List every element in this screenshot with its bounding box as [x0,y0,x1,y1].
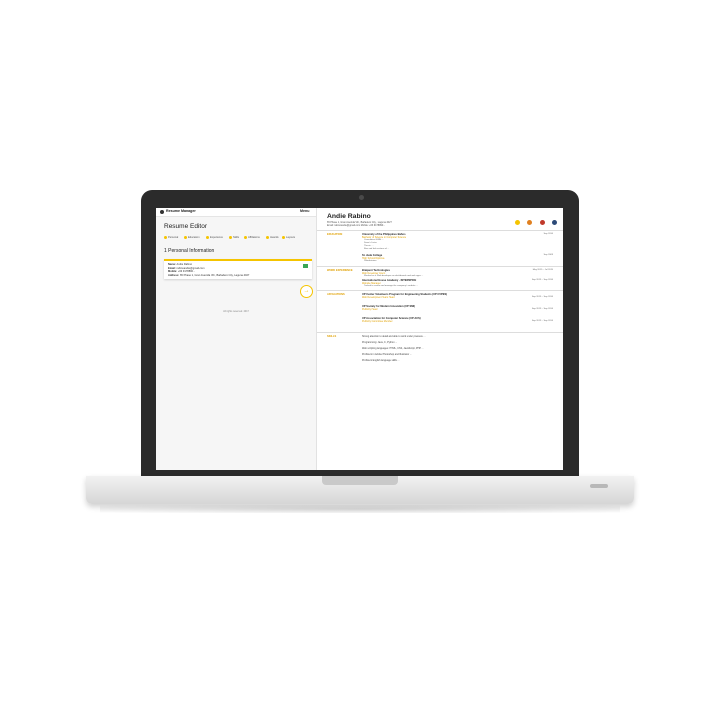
skill-item: Proficient in Adobe Photoshop and Illust… [362,353,412,356]
tab-layouts[interactable]: Layouts [282,236,295,239]
entry-bullet: Thesis: ... [364,245,374,247]
entry-subtitle: Web Development Team Head [362,296,395,299]
tab-skills[interactable]: Skills [229,236,239,239]
tab-label: Awards [270,236,279,240]
tab-label: Experience [210,236,223,240]
affiliations-section: AFFILIATIONS UP Center Volunteers Progra… [317,290,563,333]
work-section: WORK EXPERIENCE Braipunt Technologies Ma… [317,266,563,291]
step-dot-icon [244,236,247,239]
entry-bullet: Tasked to create and manage the company'… [364,285,418,287]
step-dot-icon [184,236,187,239]
tab-label: Skills [233,236,240,240]
screen: Resume Manager Menu Resume Editor Person… [156,208,563,470]
entry-date: Sep 2015 – Sep 2016 [531,279,553,281]
next-button[interactable]: → [300,285,313,298]
entry-bullet: Dean's Lister [364,242,377,244]
step-tabs: Personal Education Experience Skills Aff… [164,236,314,242]
skill-item: Strong attention to detail and able to w… [362,335,426,338]
section-title: 1 Personal Information [164,248,215,254]
entry-date: May 2015 – Jul 2015 [532,269,553,271]
entry-date: Sep 2009 [543,254,553,256]
info-address: Address: 65 Phase 1, Gran Avenida Vill.,… [168,274,249,277]
theme-yellow[interactable] [514,220,520,225]
tab-affiliations[interactable]: Affiliations [244,236,260,239]
resume-name: Andie Rabino [327,213,371,220]
section-label: WORK EXPERIENCE [327,269,353,272]
laptop-port [590,484,608,488]
app-name: Resume Manager [166,209,196,213]
info-value: 65 Phase 1, Gran Avenida Vill., Bañadero… [179,273,250,277]
entry-bullet: Valedictorian [364,260,377,262]
entry-date: Sep 2015 – Sep 2016 [531,296,553,298]
footer-note: All rights reserved. 2017 [223,310,249,313]
tab-experience[interactable]: Experience [206,236,223,239]
tab-label: Education [188,236,200,240]
step-dot-icon [282,236,285,239]
tab-awards[interactable]: Awards [266,236,279,239]
resume-contact: Email: rabinoandie@gmail.com Mobile: +63… [327,224,386,227]
education-section: EDUCATION University of the Philippines … [317,230,563,267]
entry-date: Sep 2013 – Sep 2014 [531,320,553,322]
skills-section: SKILLS Strong attention to detail and ab… [317,332,563,369]
info-label: Address: [168,273,180,277]
app-logo-icon [160,210,164,214]
tab-personal[interactable]: Personal [164,236,178,239]
step-dot-icon [206,236,209,239]
theme-red[interactable] [539,220,545,225]
theme-picker [512,212,557,230]
entry-date: Sep 2013 – Sep 2014 [531,308,553,310]
tab-label: Affiliations [248,236,260,240]
section-label: AFFILIATIONS [327,293,345,296]
step-dot-icon [164,236,167,239]
editor-title: Resume Editor [164,223,207,230]
camera-icon [359,195,364,200]
entry-subtitle: Publicity Head [362,308,378,311]
tab-education[interactable]: Education [184,236,200,239]
theme-orange[interactable] [527,220,533,225]
editor-pane: Resume Manager Menu Resume Editor Person… [156,208,317,470]
section-label: SKILLS [327,335,337,338]
resume-preview: Andie Rabino 65 Phase 1, Gran Avenida Vi… [317,208,563,470]
top-bar: Resume Manager Menu [156,208,316,217]
personal-info-card[interactable]: Name: Andie Rabino Email: rabinoandie@gm… [164,259,312,279]
tab-label: Personal [168,236,179,240]
laptop-notch [322,476,398,485]
entry-subtitle: Publicity Committee Member [362,320,393,323]
menu-button[interactable]: Menu [300,209,309,213]
entry-bullet: Cumulative GWA: ... [364,239,384,241]
theme-navy[interactable] [552,220,557,225]
tab-label: Layouts [286,236,296,240]
step-dot-icon [266,236,269,239]
entry-bullet: Ran and led sections of ... [364,248,390,250]
laptop-shadow [100,505,620,513]
skill-item: Programming: Java, C, Python ... [362,341,398,344]
edit-icon[interactable] [303,264,308,268]
section-label: EDUCATION [327,233,343,236]
entry-date: Sep 2016 [543,233,553,235]
step-dot-icon [229,236,232,239]
skill-item: Web scripting languages: HTML, CSS, Java… [362,347,424,350]
entry-bullet: Worked as a Web developer on dashboards … [364,275,424,277]
skill-item: Proficient English language skills ... [362,359,400,362]
